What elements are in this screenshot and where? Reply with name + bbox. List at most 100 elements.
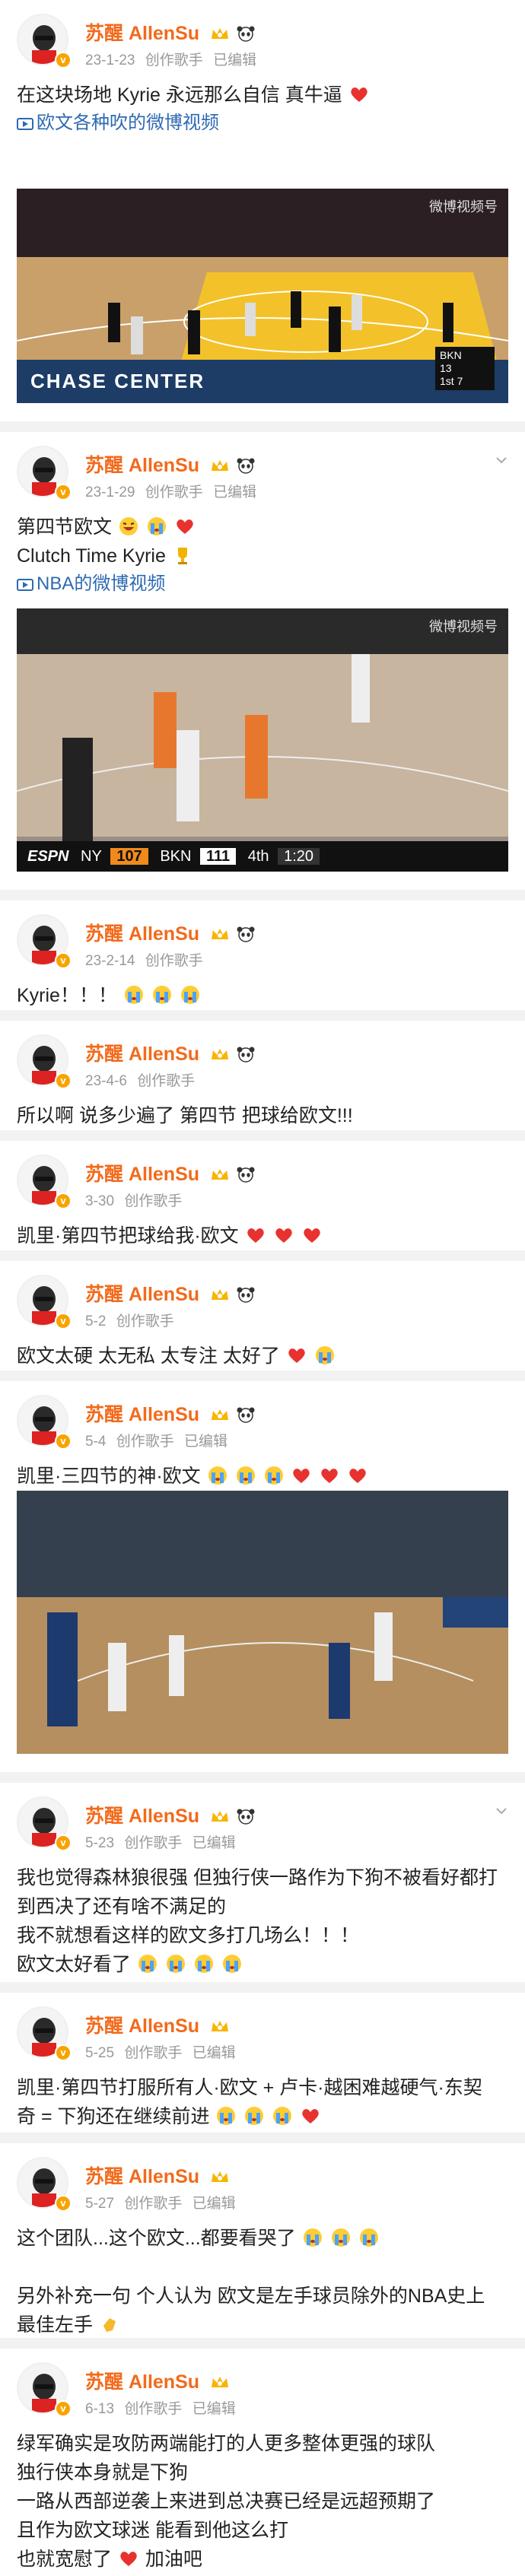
heart-emoji-icon [293, 1469, 310, 1483]
ad-text: CHASE CENTER [30, 370, 205, 392]
username[interactable]: 苏醒 AllenSu [85, 1279, 256, 1307]
crown-icon [211, 1168, 228, 1180]
trophy-emoji-icon [177, 548, 187, 564]
post-card: v 苏醒 AllenSu 5-25 创作歌手 已编辑 凯里·第四节打服所有人·欧… [0, 1993, 525, 2133]
post-card: v 苏醒 AllenSu 3-30 创作歌手 凯里·第四节把球给我·欧文 [0, 1141, 525, 1250]
username[interactable]: 苏醒 AllenSu [85, 2011, 231, 2038]
post-text: 第四节欧文 Clutch Time Kyrie [17, 513, 508, 570]
username[interactable]: 苏醒 AllenSu [85, 18, 256, 46]
post-separator [0, 890, 525, 900]
panda-icon [237, 458, 255, 474]
post-text: 这个团队...这个欧文...都要看哭了 另外补充一句 个人认为 欧文是左手球员除… [17, 2224, 508, 2339]
post-line: 独行侠本身就是下狗 [17, 2462, 189, 2483]
post-meta: 5-4 创作歌手 已编辑 [85, 1430, 234, 1450]
video-link[interactable]: 欧文各种吹的微博视频 [17, 110, 508, 137]
post-line: 一路从西部逆袭上来进到总决赛已经是远超预期了 [17, 2491, 436, 2512]
chevron-down-icon[interactable] [495, 453, 508, 467]
username-text: 苏醒 AllenSu [85, 1164, 200, 1185]
verified-badge: v [55, 952, 72, 969]
user-badges [209, 456, 256, 478]
post-separator [0, 1130, 525, 1141]
panda-icon [237, 1809, 255, 1825]
crying-emoji-icon [331, 2228, 350, 2247]
heart-emoji-icon [120, 2552, 137, 2566]
heart-emoji-icon [302, 2109, 320, 2123]
username[interactable]: 苏醒 AllenSu [85, 919, 256, 946]
post-line: 绿军确实是攻防两端能打的人更多整体更强的球队 [17, 2433, 436, 2454]
crying-emoji-icon [315, 1346, 334, 1364]
post-line: 且作为欧文球迷 能看到他这么打 [17, 2520, 288, 2541]
panda-icon [237, 926, 255, 942]
username-text: 苏醒 AllenSu [85, 2371, 200, 2393]
crying-emoji-icon [147, 517, 166, 535]
post-card: v 苏醒 AllenSu 23-1-29 创作歌手 已编辑 第四节欧文 Clut… [0, 432, 525, 608]
user-badges [209, 24, 256, 46]
username-text: 苏醒 AllenSu [85, 1043, 200, 1065]
user-badges [209, 2372, 231, 2394]
post-source: 创作歌手 [124, 2045, 183, 2061]
chevron-down-icon[interactable] [495, 1804, 508, 1818]
panda-icon [237, 1167, 255, 1183]
post-line: 最佳左手 [17, 2314, 94, 2336]
username[interactable]: 苏醒 AllenSu [85, 1399, 256, 1427]
post-line: 我也觉得森林狼很强 但独行侠一路作为下狗不被看好都打 [17, 1867, 498, 1888]
video-thumbnail[interactable] [17, 1491, 508, 1754]
crying-emoji-icon [138, 1955, 157, 1973]
heart-emoji-icon [349, 1469, 367, 1483]
scoreboard-period: 1st [440, 375, 454, 387]
post-card: v 苏醒 AllenSu 5-2 创作歌手 欧文太硬 太无私 太专注 太好了 [0, 1261, 525, 1371]
post-text: 凯里·第四节把球给我·欧文 [17, 1221, 508, 1250]
verified-badge: v [55, 1072, 72, 1089]
post-header: v 苏醒 AllenSu 6-13 创作歌手 已编辑 [17, 2362, 508, 2429]
clap-emoji-icon [103, 2318, 116, 2332]
username[interactable]: 苏醒 AllenSu [85, 1039, 256, 1066]
username[interactable]: 苏醒 AllenSu [85, 450, 256, 478]
heart-emoji-icon [247, 1228, 264, 1243]
crying-emoji-icon [180, 986, 199, 1004]
video-thumbnail[interactable]: 微博视频号 ESPN NY 107 BKN 111 4th 1:20 [17, 608, 508, 872]
panda-icon [237, 1287, 255, 1303]
username[interactable]: 苏醒 AllenSu [85, 2367, 231, 2394]
crying-emoji-icon [217, 2107, 236, 2125]
post-text: Kyrie！！！ [17, 981, 508, 1010]
post-header: v 苏醒 AllenSu 5-27 创作歌手 已编辑 [17, 2157, 508, 2224]
crying-emoji-icon [194, 1955, 213, 1973]
post-meta: 5-27 创作歌手 已编辑 [85, 2192, 242, 2212]
video-thumbnail[interactable]: 微博视频号 CHASE CENTER BKN 13 1st 7 [17, 189, 508, 403]
crown-icon [211, 1810, 228, 1822]
post-line: 加油吧 [145, 2549, 202, 2570]
post-line: Clutch Time Kyrie [17, 545, 166, 567]
post-source: 创作歌手 [124, 1835, 183, 1851]
edited-label: 已编辑 [192, 1835, 236, 1851]
post-time: 3-30 [85, 1193, 115, 1209]
post-time: 5-25 [85, 2045, 115, 2061]
heart-emoji-icon [321, 1469, 339, 1483]
post-source: 创作歌手 [145, 52, 203, 68]
username[interactable]: 苏醒 AllenSu [85, 1801, 256, 1828]
username[interactable]: 苏醒 AllenSu [85, 1159, 256, 1186]
post-meta: 23-1-23 创作歌手 已编辑 [85, 49, 262, 69]
post-source: 创作歌手 [124, 1193, 183, 1209]
post-line: 欧文太硬 太无私 太专注 太好了 [17, 1345, 280, 1367]
user-badges [209, 1285, 256, 1307]
crown-icon [211, 2171, 228, 2182]
post-text: 我也觉得森林狼很强 但独行侠一路作为下狗不被看好都打 到西决了还有啥不满足的 我… [17, 1863, 508, 1979]
heart-emoji-icon [275, 1228, 292, 1243]
username[interactable]: 苏醒 AllenSu [85, 2161, 231, 2189]
post-line: 也就宽慰了 [17, 2549, 113, 2570]
edited-label: 已编辑 [192, 2196, 236, 2212]
post-time: 5-23 [85, 1835, 115, 1851]
crying-emoji-icon [166, 1955, 185, 1973]
post-text: 绿军确实是攻防两端能打的人更多整体更强的球队 独行侠本身就是下狗 一路从西部逆袭… [17, 2429, 508, 2574]
scoreboard-period: 4th [247, 848, 269, 865]
edited-label: 已编辑 [192, 2045, 236, 2061]
video-link[interactable]: NBA的微博视频 [17, 570, 508, 598]
heart-emoji-icon [303, 1228, 320, 1243]
post-time: 23-1-29 [85, 484, 135, 500]
post-text: 在这块场地 Kyrie 永远那么自信 真牛逼 [17, 81, 508, 110]
username-text: 苏醒 AllenSu [85, 1806, 200, 1827]
user-badges [209, 1806, 256, 1828]
username-text: 苏醒 AllenSu [85, 23, 200, 44]
post-time: 23-4-6 [85, 1073, 127, 1089]
post-line: 所以啊 说多少遍了 第四节 把球给欧文!!! [17, 1105, 353, 1126]
